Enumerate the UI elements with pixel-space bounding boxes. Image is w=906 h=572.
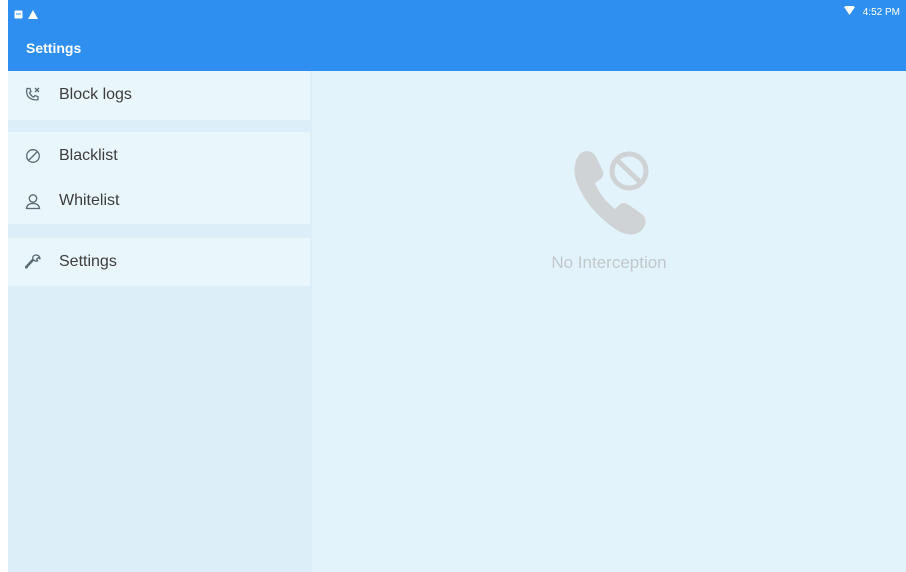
sidebar-group-settings: Settings bbox=[8, 238, 310, 286]
status-time: 4:52 PM bbox=[862, 6, 900, 18]
main-content: No Interception bbox=[312, 71, 906, 572]
warning-icon bbox=[28, 6, 38, 24]
sidebar-item-whitelist[interactable]: Whitelist bbox=[8, 179, 310, 223]
status-bar: 4:52 PM bbox=[8, 0, 906, 25]
sidebar-item-blacklist[interactable]: Blacklist bbox=[8, 134, 310, 178]
phone-blocked-icon bbox=[565, 143, 665, 243]
sidebar-item-settings[interactable]: Settings bbox=[8, 240, 310, 284]
app-bar: Settings bbox=[8, 25, 906, 71]
phone-block-icon bbox=[24, 86, 42, 104]
sidebar-item-label: Blacklist bbox=[59, 147, 118, 164]
wrench-icon bbox=[24, 253, 42, 271]
sidebar-item-label: Block logs bbox=[59, 86, 132, 103]
wifi-icon bbox=[843, 5, 855, 18]
sidebar: Block logs Blacklist Whitelist Settings bbox=[8, 71, 312, 572]
app-window: 4:52 PM Settings Block logs Blacklist Wh… bbox=[8, 0, 906, 572]
sidebar-item-block-logs[interactable]: Block logs bbox=[8, 73, 310, 117]
sidebar-group-lists: Blacklist Whitelist bbox=[8, 132, 310, 224]
person-icon bbox=[24, 192, 42, 210]
sidebar-item-label: Settings bbox=[59, 253, 117, 270]
page-title: Settings bbox=[26, 40, 82, 56]
sidebar-group-logs: Block logs bbox=[8, 71, 310, 120]
block-circle-icon bbox=[24, 147, 42, 165]
notification-icon bbox=[14, 6, 23, 24]
empty-state-text: No Interception bbox=[551, 253, 667, 272]
sidebar-item-label: Whitelist bbox=[59, 192, 120, 209]
